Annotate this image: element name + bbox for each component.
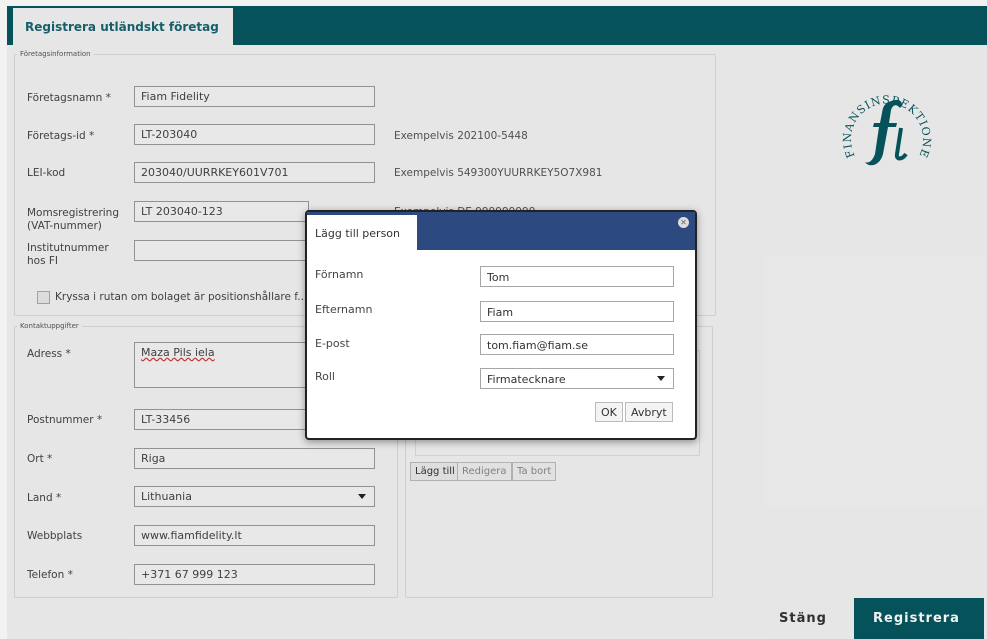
ok-button[interactable]: OK: [595, 402, 623, 422]
close-icon[interactable]: ✕: [678, 217, 689, 228]
role-value: Firmatecknare: [487, 373, 566, 386]
cancel-button[interactable]: Avbryt: [625, 402, 673, 422]
email-field[interactable]: tom.fiam@fiam.se: [480, 334, 674, 355]
modal-title-tab: Lägg till person: [307, 215, 417, 250]
role-select[interactable]: Firmatecknare: [480, 368, 674, 389]
last-name-field[interactable]: Fiam: [480, 301, 674, 322]
email-label: E-post: [315, 337, 350, 350]
chevron-down-icon: [657, 376, 665, 381]
role-label: Roll: [315, 370, 335, 383]
screen: Registrera utländskt företag Företagsinf…: [0, 0, 987, 639]
first-name-field[interactable]: Tom: [480, 266, 674, 287]
add-person-modal: Lägg till person ✕ Förnamn Tom Efternamn…: [305, 210, 697, 440]
first-name-label: Förnamn: [315, 268, 364, 281]
last-name-label: Efternamn: [315, 303, 373, 316]
modal-header: Lägg till person ✕: [307, 212, 695, 250]
